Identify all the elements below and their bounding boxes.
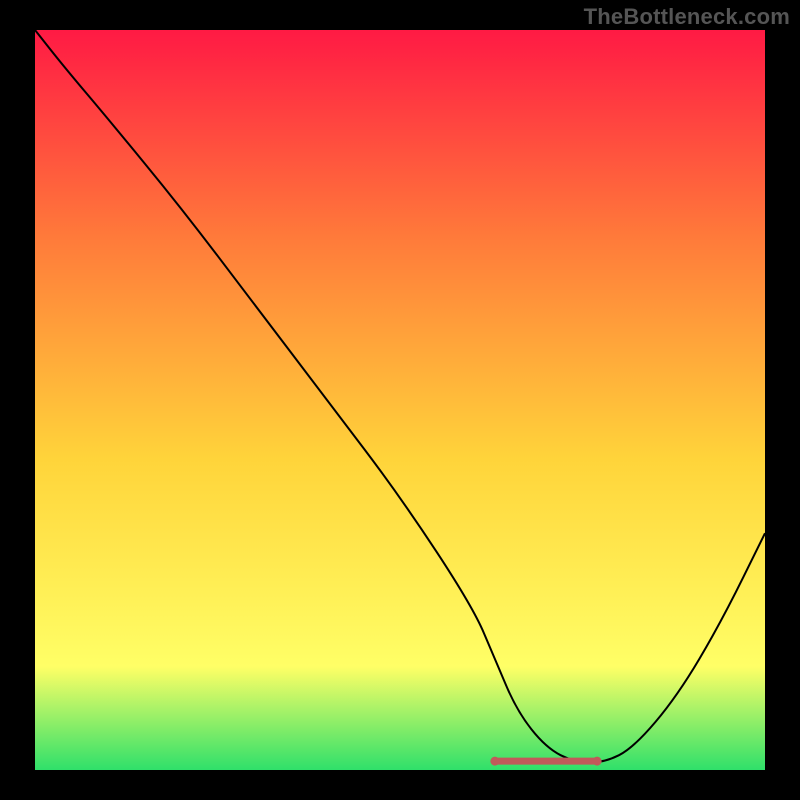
gradient-background — [35, 30, 765, 770]
chart-frame: TheBottleneck.com — [0, 0, 800, 800]
plot-area — [35, 30, 765, 770]
flat-segment-dot-left — [490, 757, 499, 766]
flat-segment-dot-right — [593, 757, 602, 766]
chart-svg — [35, 30, 765, 770]
watermark-text: TheBottleneck.com — [584, 4, 790, 30]
